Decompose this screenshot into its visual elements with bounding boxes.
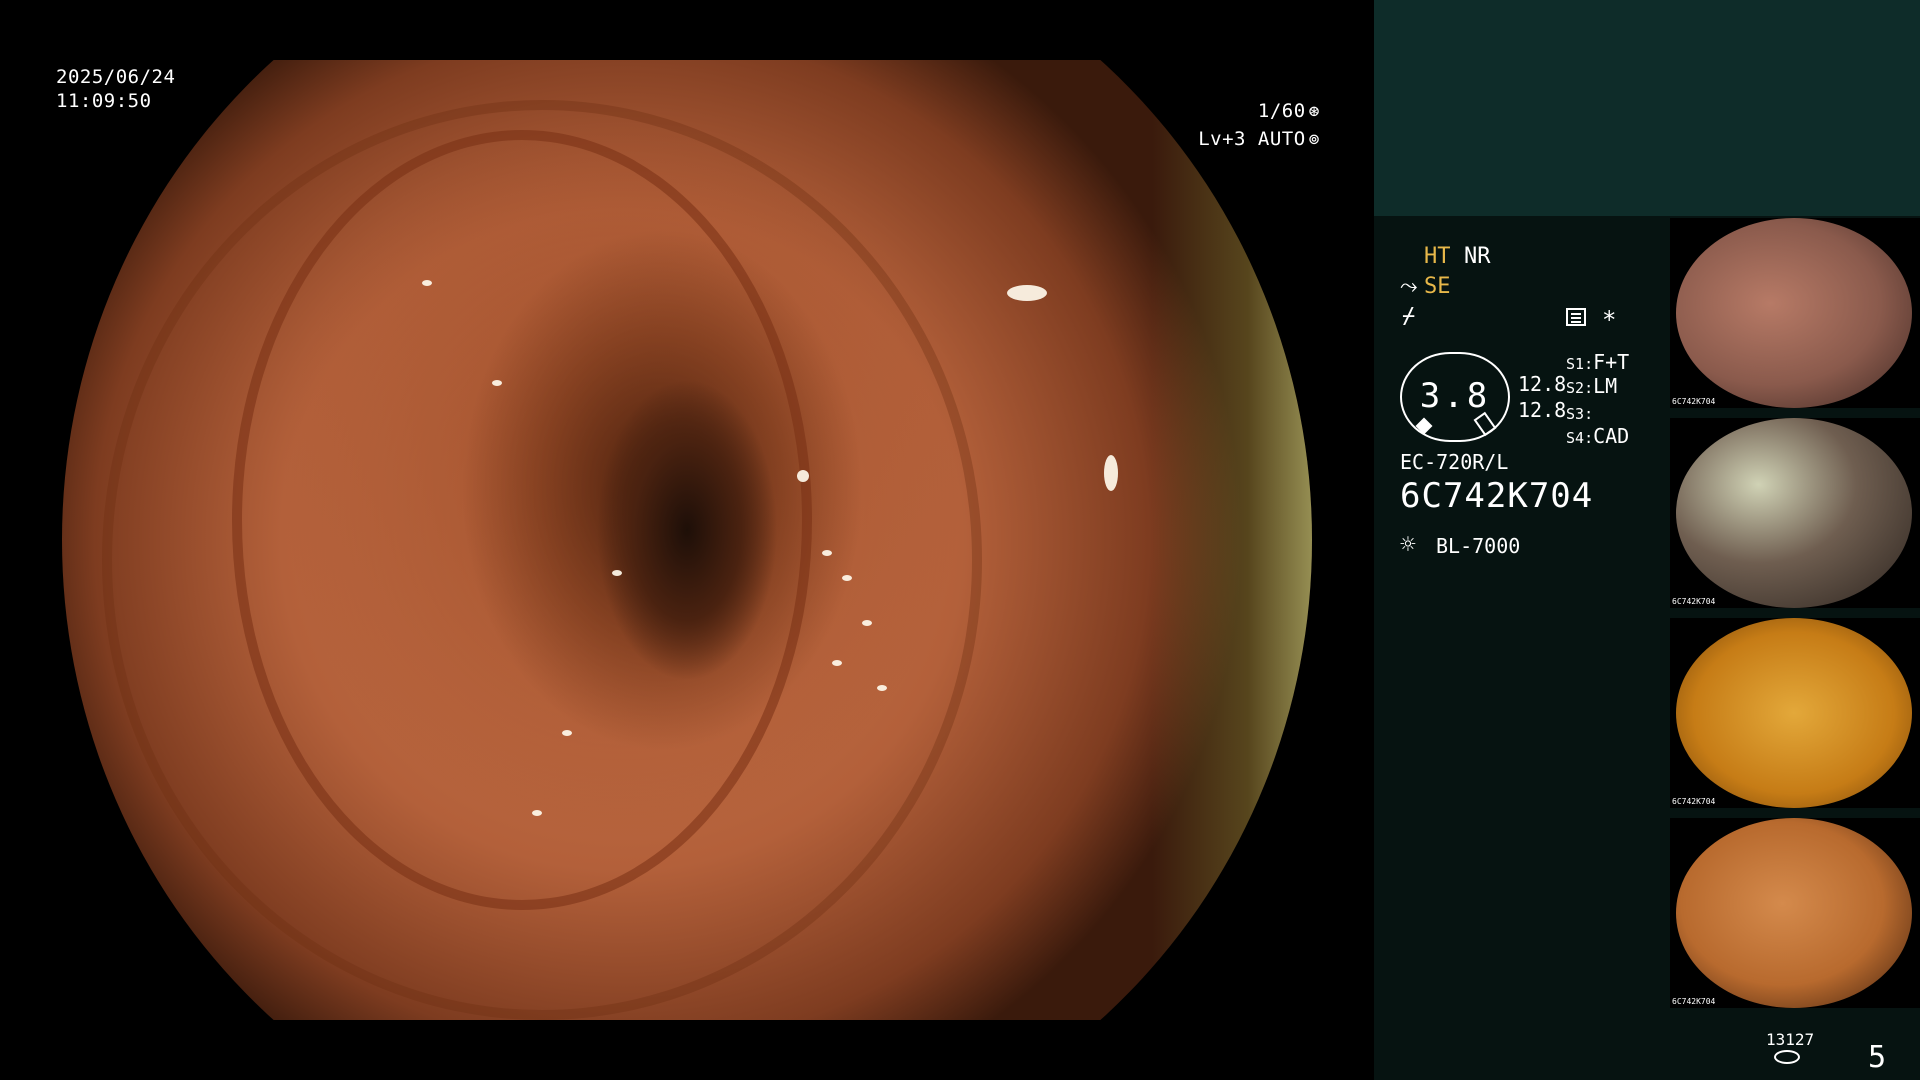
captured-thumbnail[interactable]: 6C742K704 [1670,418,1920,608]
switch-key: S1 [1566,355,1585,373]
se-mode: SE [1424,274,1451,299]
specular-highlight [842,575,852,581]
captured-thumbnail[interactable]: 6C742K704 [1670,218,1920,408]
brightness-level: Lv+3 AUTO ⊚ [1198,128,1320,150]
lens-rim-highlight [1152,60,1312,1020]
specular-highlight [797,470,809,482]
ht-mode: HT [1424,244,1451,269]
specular-highlight [422,280,432,286]
gauge-side-value-1: 12.8 [1518,372,1567,396]
switch-s3: S3: [1566,405,1594,423]
thumbnail-image [1676,618,1912,808]
scope-serial: 6C742K704 [1400,476,1594,516]
thumbnail-label: 6C742K704 [1672,797,1716,806]
exam-date: 2025/06/24 [56,66,176,88]
gauge-value: 3.8 [1419,376,1491,416]
thumbnail-image [1676,418,1912,608]
aperture-icon: ⊛ [1308,101,1320,122]
specular-highlight [532,810,542,816]
endoscope-image [62,60,1312,1020]
mucosal-fold [102,100,982,1020]
switch-value: LM [1593,374,1618,398]
thumbnail-image [1676,818,1912,1008]
switch-s4: S4:CAD [1566,424,1630,448]
specular-highlight [612,570,622,576]
image-count: 13127 [1766,1030,1815,1049]
iris-icon: ⊚ [1308,129,1320,150]
specular-highlight [562,730,572,736]
shutter-value: 1/60 [1257,100,1306,122]
switch-key: S2 [1566,379,1585,397]
switch-value: CAD [1593,424,1630,448]
menu-list-icon [1566,308,1586,326]
thumbnail-image [1676,218,1912,408]
page-number: 5 [1868,1040,1887,1075]
light-source-model: BL-7000 [1436,534,1521,558]
switch-key: S3 [1566,405,1585,423]
captured-thumbnail[interactable]: 6C742K704 [1670,818,1920,1008]
thumbnail-label: 6C742K704 [1672,597,1716,606]
specular-highlight [862,620,872,626]
color-mode-icon: ⌿ [1402,304,1416,329]
top-info-panel [1374,0,1920,216]
zoom-gauge: 3.8 [1400,352,1510,442]
thumbnail-label: 6C742K704 [1672,997,1716,1006]
switch-key: S4 [1566,429,1585,447]
thumbnail-label: 6C742K704 [1672,397,1716,406]
specular-highlight [492,380,502,386]
scope-model: EC-720R/L [1400,450,1509,474]
exam-time: 11:09:50 [56,90,152,112]
level-value: Lv+3 AUTO [1198,128,1306,150]
shutter-speed: 1/60 ⊛ [1258,100,1320,122]
switch-s1: S1:F+T [1566,350,1630,374]
switch-s2: S2:LM [1566,374,1618,398]
specular-highlight [822,550,832,556]
switch-value: F+T [1593,350,1630,374]
specular-highlight [832,660,842,666]
gauge-side-value-2: 12.8 [1518,398,1567,422]
gauge-left-marker [1415,417,1433,435]
captured-thumbnail[interactable]: 6C742K704 [1670,618,1920,808]
specular-highlight [1104,455,1118,491]
nr-mode: NR [1464,244,1491,269]
light-source-icon: ☼ [1400,530,1416,560]
specular-highlight [1007,285,1047,301]
asterisk-icon: * [1602,306,1617,334]
structure-enhance-icon: ⤳ [1400,274,1418,299]
specular-highlight [877,685,887,691]
storage-disk-icon [1774,1050,1800,1064]
